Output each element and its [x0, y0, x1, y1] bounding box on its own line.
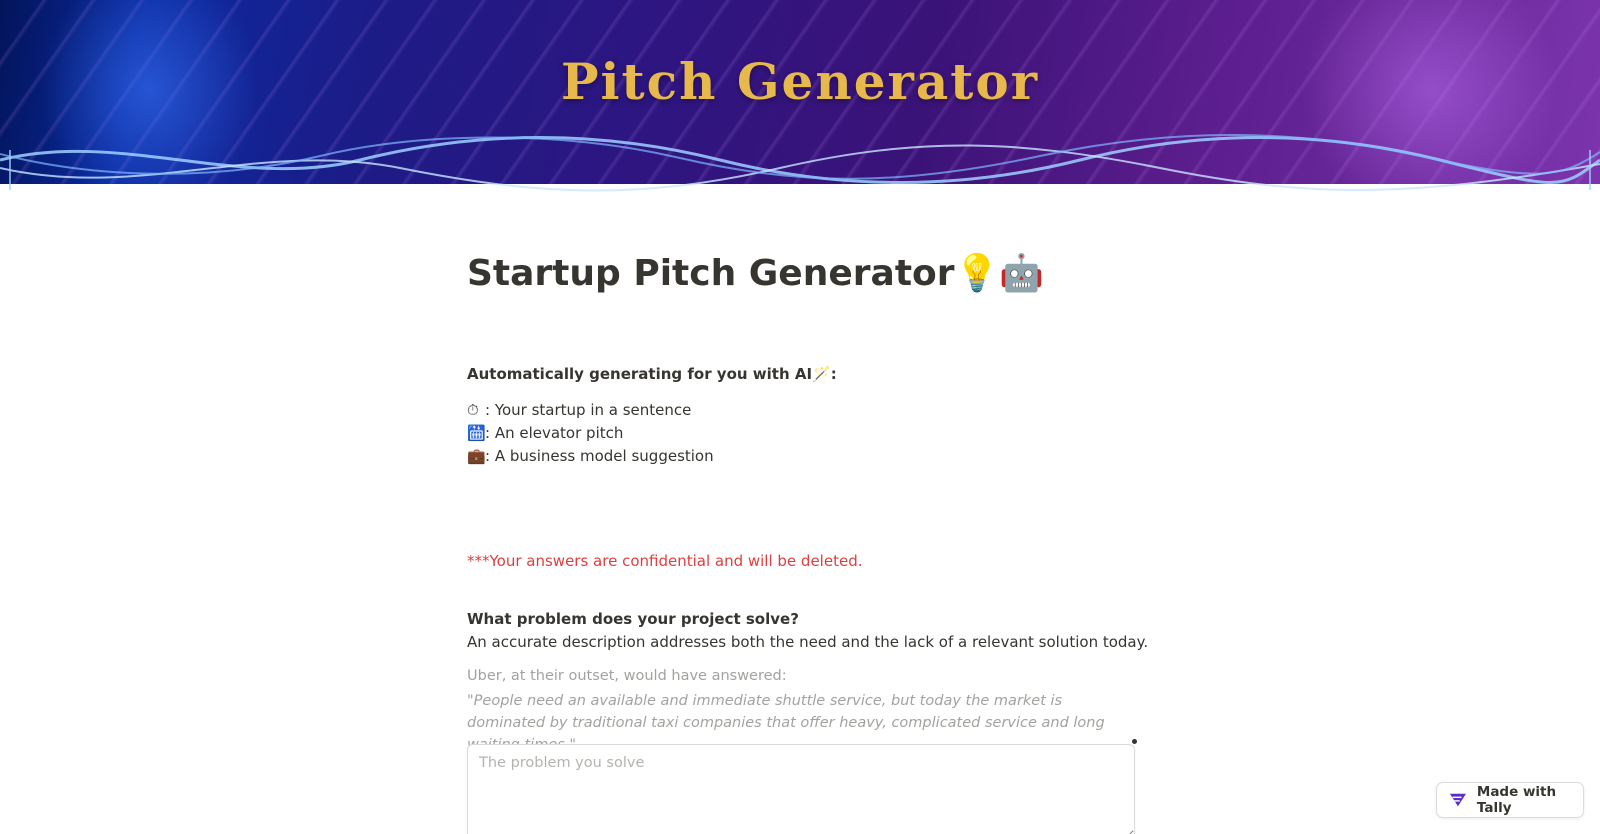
feature-text: : A business model suggestion — [485, 447, 714, 465]
banner-title: Pitch Generator — [560, 52, 1040, 111]
elevator-icon: 🛗 — [467, 424, 486, 442]
feature-item-elevator-pitch: 🛗: An elevator pitch — [467, 424, 623, 442]
stopwatch-icon: ⏱ — [467, 401, 479, 419]
question-title: What problem does your project solve? — [467, 610, 799, 628]
resize-handle[interactable] — [1132, 739, 1137, 744]
feature-item-business-model: 💼: A business model suggestion — [467, 447, 714, 465]
briefcase-icon: 💼 — [467, 447, 486, 465]
page-title: Startup Pitch Generator💡🤖 — [467, 253, 1045, 294]
feature-text: : Your startup in a sentence — [485, 401, 692, 419]
feature-item-sentence: ⏱ : Your startup in a sentence — [467, 401, 691, 419]
intro-heading: Automatically generating for you with AI… — [467, 365, 837, 383]
banner-wave-decoration — [0, 134, 1600, 192]
made-with-tally-button[interactable]: Made with Tally — [1436, 782, 1584, 818]
feature-text: : An elevator pitch — [485, 424, 624, 442]
problem-answer-field[interactable] — [467, 744, 1135, 834]
badge-label: Made with Tally — [1476, 784, 1557, 816]
question-example-intro: Uber, at their outset, would have answer… — [467, 668, 787, 684]
tally-logo-icon — [1449, 793, 1466, 807]
header-banner: Pitch Generator — [0, 0, 1600, 200]
confidential-notice: ***Your answers are confidential and wil… — [467, 552, 863, 570]
question-description: An accurate description addresses both t… — [467, 633, 1149, 651]
